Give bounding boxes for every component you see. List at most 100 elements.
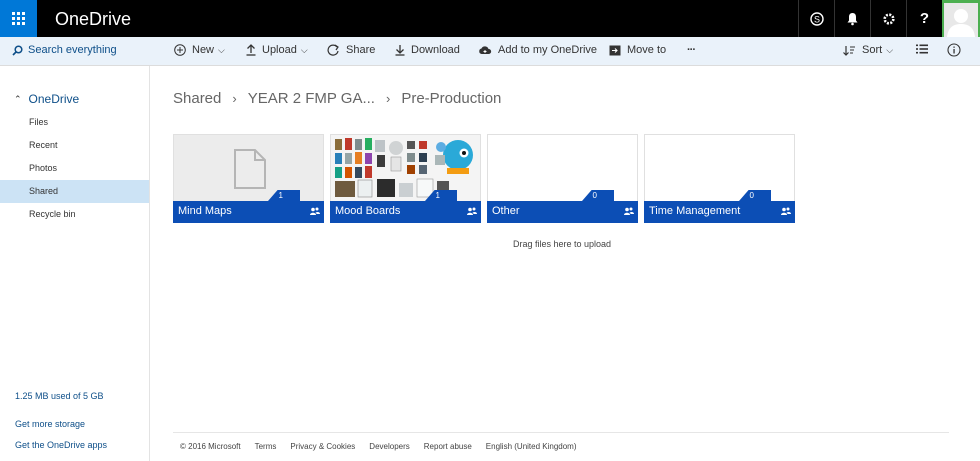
sidebar-item-shared[interactable]: Shared (0, 180, 149, 203)
chevron-up-icon: ⌃ (14, 93, 22, 104)
share-button[interactable]: Share (327, 44, 375, 56)
upload-dropzone-hint: Drag files here to upload (512, 239, 612, 249)
folder-label-bar: 0 Other (487, 190, 638, 223)
search-label: Search everything (28, 44, 117, 56)
chevron-down-icon: ⌵ (886, 44, 894, 55)
download-label: Download (411, 44, 460, 56)
search-icon (12, 44, 23, 56)
upload-button[interactable]: Upload ⌵ (246, 44, 308, 56)
more-button[interactable]: ··· (687, 44, 696, 56)
breadcrumb: Shared › YEAR 2 FMP GA... › Pre-Producti… (173, 90, 501, 107)
info-icon (947, 43, 961, 57)
folder-label-bar: 0 Time Management (644, 190, 795, 223)
footer-privacy-link[interactable]: Privacy & Cookies (290, 442, 355, 451)
help-button[interactable]: ? (906, 0, 942, 37)
nav-root-label: OneDrive (28, 92, 80, 106)
footer: © 2016 Microsoft Terms Privacy & Cookies… (180, 442, 591, 451)
download-button[interactable]: Download (395, 44, 460, 56)
shared-people-icon (781, 207, 791, 215)
cloud-add-icon (479, 45, 492, 54)
folder-name: Mind Maps (178, 205, 232, 217)
chevron-down-icon: ⌵ (300, 44, 308, 55)
nav-onedrive-root[interactable]: ⌃ OneDrive (14, 92, 79, 106)
share-icon (327, 44, 339, 56)
breadcrumb-current: Pre-Production (401, 90, 502, 107)
folder-tab (268, 190, 300, 201)
suite-bar: OneDrive S ? (0, 0, 980, 37)
download-icon (395, 45, 405, 56)
chevron-right-icon: › (385, 91, 391, 106)
folder-tile-other[interactable]: 0 Other (487, 134, 638, 223)
footer-report-abuse-link[interactable]: Report abuse (424, 442, 472, 451)
folder-tile-time-management[interactable]: 0 Time Management (644, 134, 795, 223)
share-label: Share (346, 44, 376, 56)
left-nav: ⌃ OneDrive Files Recent Photos Shared Re… (0, 66, 150, 461)
sidebar-item-recycle-bin[interactable]: Recycle bin (0, 203, 149, 226)
get-apps-link[interactable]: Get the OneDrive apps (15, 440, 107, 450)
gear-icon (882, 12, 895, 25)
sidebar-item-recent[interactable]: Recent (0, 134, 149, 157)
waffle-icon (12, 12, 25, 25)
folder-name: Mood Boards (335, 205, 401, 217)
folder-tile-mood-boards[interactable]: 1 Mood Boards (330, 134, 481, 223)
user-avatar-icon (944, 3, 978, 37)
breadcrumb-item[interactable]: YEAR 2 FMP GA... (248, 90, 375, 107)
get-more-storage-link[interactable]: Get more storage (15, 419, 85, 429)
help-icon: ? (919, 10, 930, 27)
footer-developers-link[interactable]: Developers (369, 442, 409, 451)
add-to-onedrive-button[interactable]: Add to my OneDrive (478, 44, 597, 56)
move-to-button[interactable]: Move to (609, 44, 666, 56)
shared-people-icon (624, 207, 634, 215)
search-box[interactable]: Search everything (12, 44, 117, 56)
skype-icon: S (809, 11, 824, 26)
mood-board-thumbnail (331, 135, 480, 201)
sort-icon (843, 45, 855, 56)
item-count: 1 (435, 191, 440, 200)
plus-circle-icon (174, 44, 186, 56)
folder-tab (739, 190, 771, 201)
sidebar-item-photos[interactable]: Photos (0, 157, 149, 180)
move-label: Move to (627, 44, 667, 56)
new-label: New (192, 44, 215, 56)
upload-label: Upload (262, 44, 297, 56)
app-title[interactable]: OneDrive (55, 9, 131, 30)
sort-label: Sort (862, 44, 883, 56)
view-switcher-button[interactable] (916, 44, 934, 54)
new-button[interactable]: New ⌵ (174, 44, 225, 56)
svg-text:S: S (813, 14, 819, 24)
folder-label-bar: 1 Mind Maps (173, 190, 324, 223)
avatar[interactable] (942, 0, 980, 37)
breadcrumb-item[interactable]: Shared (173, 90, 221, 107)
skype-button[interactable]: S (798, 0, 834, 37)
details-pane-button[interactable] (947, 43, 967, 57)
folder-name: Time Management (649, 205, 741, 217)
more-icon: ··· (687, 44, 696, 56)
bell-icon (847, 12, 858, 25)
upload-icon (246, 44, 256, 56)
item-count: 0 (749, 191, 754, 200)
footer-terms-link[interactable]: Terms (255, 442, 277, 451)
app-launcher-button[interactable] (0, 0, 37, 37)
folder-tile-mind-maps[interactable]: 1 Mind Maps (173, 134, 324, 223)
notifications-button[interactable] (834, 0, 870, 37)
footer-divider (173, 432, 949, 433)
folder-label-bar: 1 Mood Boards (330, 190, 481, 223)
sidebar-item-files[interactable]: Files (0, 111, 149, 134)
item-count: 0 (592, 191, 597, 200)
command-bar: Search everything New ⌵ Upload ⌵ Share D… (0, 37, 980, 66)
move-icon (609, 45, 621, 55)
storage-usage[interactable]: 1.25 MB used of 5 GB (15, 391, 104, 401)
folder-tab (582, 190, 614, 201)
list-view-icon (916, 44, 928, 54)
shared-people-icon (310, 207, 320, 215)
add-label: Add to my OneDrive (498, 44, 598, 56)
item-count: 1 (278, 191, 283, 200)
folder-name: Other (492, 205, 520, 217)
document-icon (234, 149, 266, 189)
footer-language-link[interactable]: English (United Kingdom) (486, 442, 577, 451)
chevron-down-icon: ⌵ (218, 44, 225, 55)
sort-button[interactable]: Sort ⌵ (843, 44, 893, 56)
shared-people-icon (467, 207, 477, 215)
footer-copyright: © 2016 Microsoft (180, 442, 241, 451)
settings-button[interactable] (870, 0, 906, 37)
